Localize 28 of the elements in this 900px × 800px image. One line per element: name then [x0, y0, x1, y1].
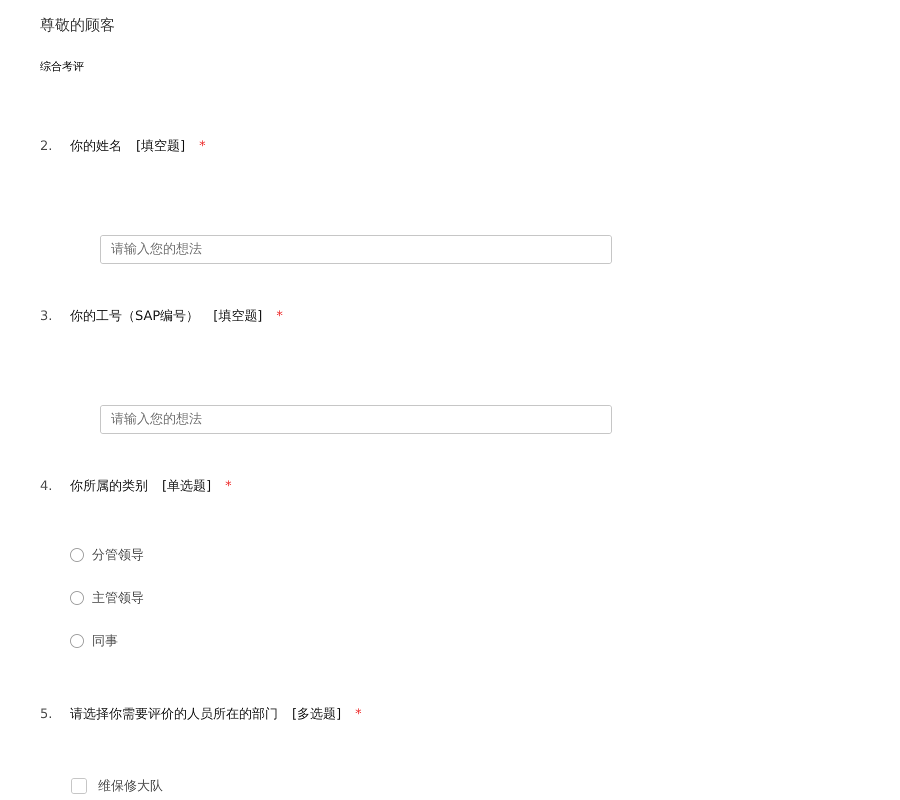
survey-subtitle: 综合考评: [40, 59, 85, 75]
radio-button[interactable]: [70, 591, 84, 605]
radio-button[interactable]: [70, 548, 84, 562]
required-mark: *: [355, 706, 362, 722]
required-mark: *: [225, 478, 232, 494]
option-label: 分管领导: [92, 547, 144, 564]
option-label: 维保修大队: [98, 778, 163, 795]
required-mark: *: [199, 138, 206, 154]
option-label: 主管领导: [92, 590, 144, 607]
question-type: [填空题]: [213, 308, 262, 325]
question-number: 5.: [40, 706, 54, 722]
question-type: [填空题]: [136, 138, 186, 155]
question-number: 2.: [40, 138, 54, 154]
checkbox[interactable]: [71, 778, 87, 794]
option-label: 同事: [92, 633, 118, 650]
question-text: 你所属的类别: [70, 478, 148, 495]
question-number: 4.: [40, 478, 54, 494]
question-type: [多选题]: [292, 706, 342, 723]
survey-title: 尊敬的顾客: [40, 15, 116, 35]
required-mark: *: [276, 308, 283, 324]
radio-button[interactable]: [70, 634, 84, 648]
input-field[interactable]: 请输入您的想法: [100, 235, 612, 264]
question-number: 3.: [40, 308, 54, 324]
question-type: [单选题]: [162, 478, 212, 495]
question-text: 你的姓名: [70, 138, 122, 155]
question-text: 你的工号（SAP编号）: [70, 308, 200, 325]
input-field[interactable]: 请输入您的想法: [100, 405, 612, 434]
question-text: 请选择你需要评价的人员所在的部门: [70, 706, 278, 723]
